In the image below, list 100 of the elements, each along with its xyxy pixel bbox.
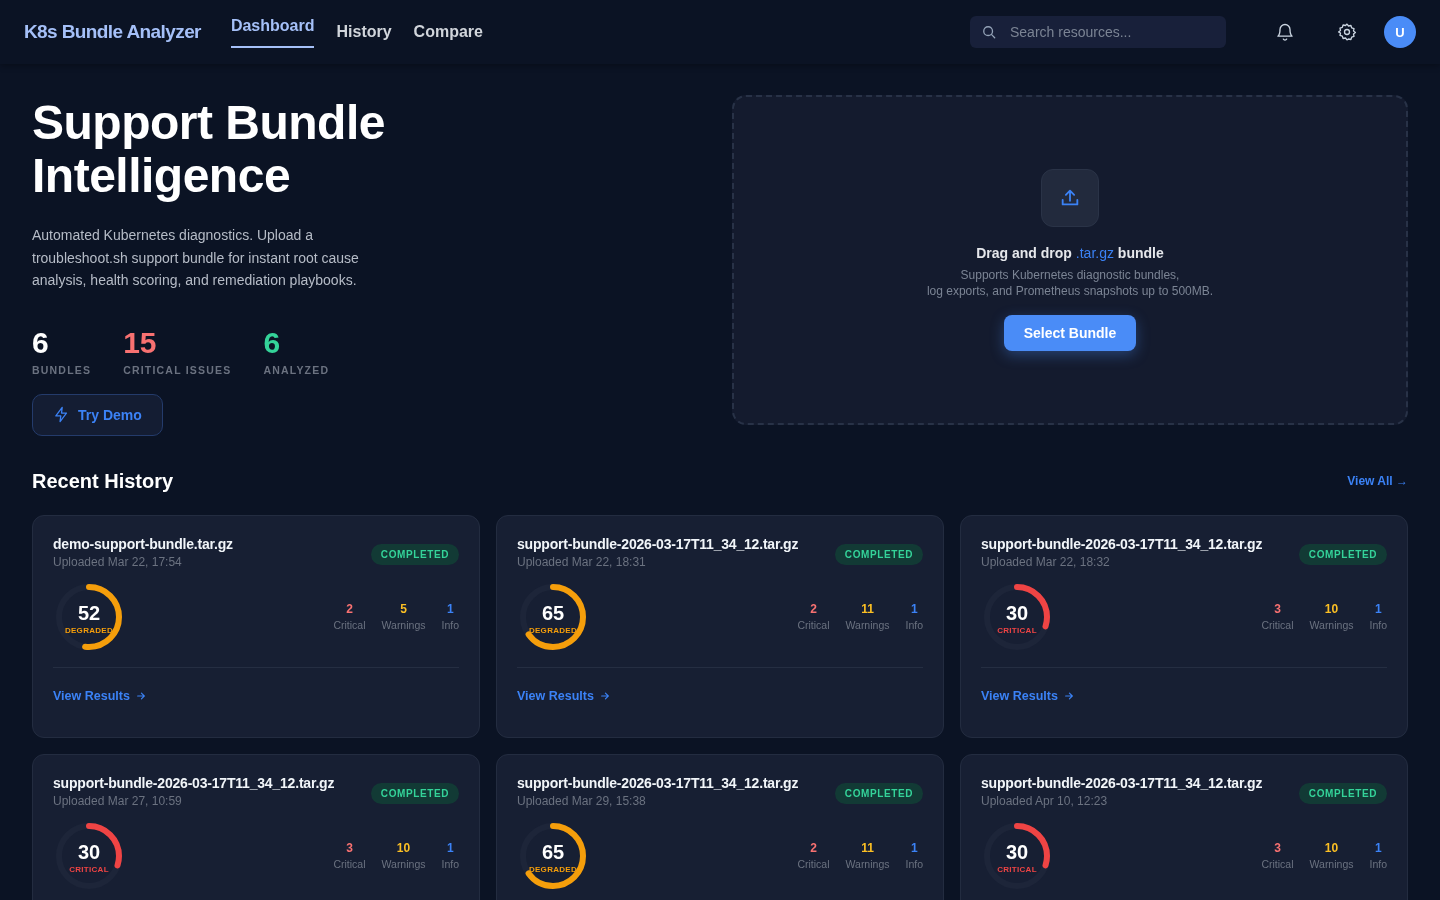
health-label: DEGRADED bbox=[528, 865, 578, 874]
issue-count: 11 bbox=[861, 841, 874, 855]
stat-label: BUNDLES bbox=[32, 363, 92, 376]
issue-count: 2 bbox=[346, 602, 353, 616]
nav-tab[interactable]: Dashboard bbox=[230, 10, 315, 48]
view-results-link[interactable]: View Results bbox=[53, 688, 146, 703]
dropzone-heading: Drag and drop .tar.gz bundle bbox=[976, 245, 1164, 261]
notification-bell-icon[interactable] bbox=[1275, 22, 1295, 42]
issue-label: Warnings bbox=[845, 619, 890, 631]
view-all-link[interactable]: View All → bbox=[1347, 474, 1408, 488]
bundle-card[interactable]: support-bundle-2026-03-17T11_34_12.tar.gz Uploaded Mar 22, 18:32 COMPLETED 30 CRITICAL 3 Critical 10 Warnings 1 Info View Results bbox=[960, 514, 1408, 738]
issue-label: Critical bbox=[797, 858, 830, 870]
bundle-name: support-bundle-2026-03-17T11_34_12.tar.gz bbox=[517, 774, 799, 791]
issue-label: Warnings bbox=[1309, 619, 1354, 631]
issue-label: Critical bbox=[333, 858, 366, 870]
bundle-card[interactable]: support-bundle-2026-03-17T11_34_12.tar.gz Uploaded Mar 27, 10:59 COMPLETED 30 CRITICAL 3 Critical 10 Warnings 1 Info bbox=[32, 753, 480, 900]
app-logo[interactable]: K8s Bundle Analyzer bbox=[24, 21, 201, 43]
status-badge: COMPLETED bbox=[834, 543, 923, 565]
bundle-name: demo-support-bundle.tar.gz bbox=[53, 535, 233, 552]
stat-label: CRITICAL ISSUES bbox=[123, 363, 232, 376]
stat-value: 6 bbox=[263, 325, 282, 360]
stat-value: 6 bbox=[32, 325, 50, 360]
issue-label: Info bbox=[905, 858, 923, 870]
issue-label: Info bbox=[441, 619, 459, 631]
upload-date: Uploaded Apr 10, 12:23 bbox=[981, 793, 1109, 808]
nav-tab[interactable]: History bbox=[336, 16, 392, 48]
issue-count: 10 bbox=[1324, 841, 1339, 855]
issue-count: 11 bbox=[861, 602, 874, 616]
section-title: Recent History bbox=[32, 469, 174, 493]
issue-label: Critical bbox=[1261, 619, 1294, 631]
bundle-card[interactable]: demo-support-bundle.tar.gz Uploaded Mar 22, 17:54 COMPLETED 52 DEGRADED 2 Critical 5 Warnings 1 Info View Results bbox=[32, 514, 480, 738]
try-demo-button[interactable]: Try Demo bbox=[32, 393, 163, 436]
issue-label: Warnings bbox=[381, 858, 426, 870]
issue-count: 3 bbox=[346, 841, 353, 855]
health-score: 30 bbox=[1005, 602, 1029, 624]
bundle-card[interactable]: support-bundle-2026-03-17T11_34_12.tar.gz Uploaded Mar 29, 15:38 COMPLETED 65 DEGRADED 2 Critical 11 Warnings 1 Info bbox=[496, 753, 944, 900]
nav-tab[interactable]: Compare bbox=[413, 16, 483, 48]
lightning-icon bbox=[53, 406, 70, 423]
issue-label: Info bbox=[1369, 858, 1387, 870]
upload-date: Uploaded Mar 22, 17:54 bbox=[53, 554, 183, 569]
issue-count: 1 bbox=[446, 602, 454, 616]
bundle-card[interactable]: support-bundle-2026-03-17T11_34_12.tar.gz Uploaded Mar 22, 18:31 COMPLETED 65 DEGRADED 2 Critical 11 Warnings 1 Info View Results bbox=[496, 514, 944, 738]
issue-count: 1 bbox=[446, 841, 454, 855]
arrow-right-icon bbox=[599, 690, 610, 701]
issue-count: 1 bbox=[910, 602, 918, 616]
health-label: CRITICAL bbox=[997, 626, 1037, 635]
health-score: 52 bbox=[77, 602, 101, 624]
status-badge: COMPLETED bbox=[1298, 543, 1387, 565]
search-field[interactable]: Search resources... bbox=[970, 16, 1226, 48]
stat-label: ANALYZED bbox=[263, 363, 330, 376]
upload-date: Uploaded Mar 27, 10:59 bbox=[53, 793, 183, 808]
stat-value: 15 bbox=[123, 325, 158, 360]
view-results-link[interactable]: View Results bbox=[981, 688, 1074, 703]
issue-label: Info bbox=[1369, 619, 1387, 631]
search-icon bbox=[982, 25, 996, 39]
issue-label: Info bbox=[441, 858, 459, 870]
upload-date: Uploaded Mar 29, 15:38 bbox=[517, 793, 647, 808]
health-label: DEGRADED bbox=[528, 626, 578, 635]
upload-date: Uploaded Mar 22, 18:32 bbox=[981, 554, 1111, 569]
issue-count: 10 bbox=[1324, 602, 1339, 616]
issue-label: Warnings bbox=[381, 619, 426, 631]
health-score: 30 bbox=[1005, 841, 1029, 863]
dropzone-hint: Supports Kubernetes diagnostic bundles, bbox=[960, 267, 1180, 283]
issue-label: Warnings bbox=[1309, 858, 1354, 870]
dropzone-hint: log exports, and Prometheus snapshots up to 500MB. bbox=[926, 283, 1214, 299]
bundle-name: support-bundle-2026-03-17T11_34_12.tar.gz bbox=[981, 535, 1263, 552]
issue-count: 5 bbox=[400, 602, 407, 616]
status-badge: COMPLETED bbox=[370, 543, 459, 565]
issue-count: 2 bbox=[810, 602, 817, 616]
issue-label: Critical bbox=[797, 619, 830, 631]
bundle-card[interactable]: support-bundle-2026-03-17T11_34_12.tar.gz Uploaded Apr 10, 12:23 COMPLETED 30 CRITICAL 3 Critical 10 Warnings 1 Info bbox=[960, 753, 1408, 900]
upload-icon bbox=[1041, 169, 1099, 227]
status-badge: COMPLETED bbox=[834, 782, 923, 804]
issue-count: 1 bbox=[1374, 602, 1382, 616]
issue-count: 10 bbox=[396, 841, 411, 855]
view-results-link[interactable]: View Results bbox=[517, 688, 610, 703]
bundle-name: support-bundle-2026-03-17T11_34_12.tar.gz bbox=[981, 774, 1263, 791]
issue-label: Info bbox=[905, 619, 923, 631]
issue-count: 1 bbox=[1374, 841, 1382, 855]
bundle-name: support-bundle-2026-03-17T11_34_12.tar.gz bbox=[53, 774, 335, 791]
issue-count: 3 bbox=[1274, 841, 1281, 855]
status-badge: COMPLETED bbox=[1298, 782, 1387, 804]
issue-label: Critical bbox=[1261, 858, 1294, 870]
issue-label: Critical bbox=[333, 619, 366, 631]
issue-label: Warnings bbox=[845, 858, 890, 870]
upload-dropzone[interactable]: Drag and drop .tar.gz bundle Supports Kubernetes diagnostic bundles, log exports, and Prometheus snapshots up to 500MB. Select Bundle bbox=[732, 95, 1408, 425]
health-score: 65 bbox=[541, 841, 565, 863]
health-label: CRITICAL bbox=[997, 865, 1037, 874]
page-title: Support Bundle Intelligence bbox=[32, 96, 386, 202]
health-label: DEGRADED bbox=[64, 626, 114, 635]
health-label: CRITICAL bbox=[69, 865, 109, 874]
arrow-right-icon bbox=[135, 690, 146, 701]
upload-date: Uploaded Mar 22, 18:31 bbox=[517, 554, 647, 569]
health-score: 65 bbox=[541, 602, 565, 624]
settings-icon[interactable] bbox=[1337, 22, 1357, 42]
bundle-name: support-bundle-2026-03-17T11_34_12.tar.gz bbox=[517, 535, 799, 552]
page-description: Automated Kubernetes diagnostics. Upload a troubleshoot.sh support bundle for instant root cause analysis, health scoring, and remediation playbooks. bbox=[32, 226, 360, 290]
issue-count: 1 bbox=[910, 841, 918, 855]
status-badge: COMPLETED bbox=[370, 782, 459, 804]
issue-count: 3 bbox=[1274, 602, 1281, 616]
